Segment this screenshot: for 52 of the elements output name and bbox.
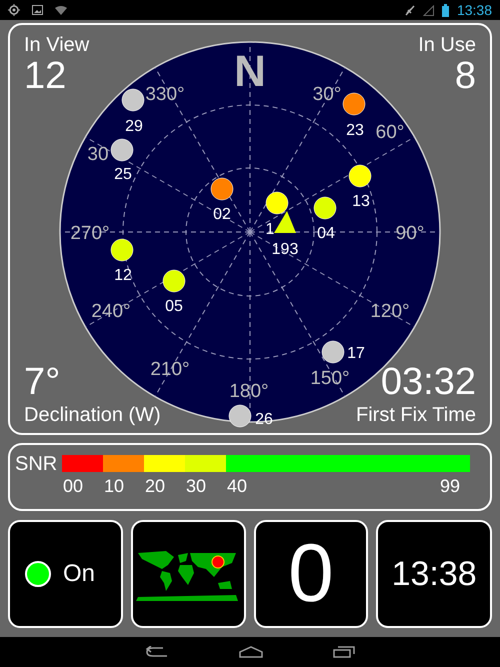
scale-label: 30 — [185, 477, 208, 495]
snr-label: SNR — [15, 454, 58, 474]
in-view-count: 12 — [24, 57, 68, 95]
satellite-label: 04 — [317, 225, 335, 242]
satellite-label: 12 — [114, 267, 132, 284]
satellite-label: 25 — [114, 166, 132, 183]
signal-icon — [422, 4, 434, 16]
first-fix-value: 03:32 — [380, 363, 476, 401]
gps-status-tile[interactable]: On — [8, 520, 123, 628]
back-icon[interactable] — [145, 646, 169, 658]
location-icon — [8, 4, 20, 16]
clock-text: 13:38 — [456, 0, 492, 20]
degree-label: 90° — [396, 223, 424, 244]
battery-icon — [442, 4, 449, 16]
home-icon[interactable] — [239, 646, 263, 658]
map-tile[interactable] — [130, 520, 246, 628]
degree-label: 60° — [376, 122, 404, 143]
image-icon — [32, 5, 43, 15]
scale-label: 99 — [440, 477, 461, 495]
count-tile[interactable]: 0 — [254, 520, 368, 628]
satellite-label: 13 — [352, 193, 370, 210]
declination-label: Declination (W) — [24, 405, 161, 425]
clock-display: 13:38 — [392, 557, 477, 591]
scale-label: 40 — [226, 477, 248, 495]
degree-label: 270° — [70, 223, 110, 244]
first-fix-label: First Fix Time — [356, 405, 476, 425]
status-text: On — [63, 559, 96, 589]
satellite-label: 23 — [346, 122, 364, 139]
degree-label: 30° — [312, 84, 342, 105]
scale-label: 00 — [62, 477, 84, 495]
satellite-label: 17 — [347, 345, 365, 362]
degree-label: 330° — [145, 84, 185, 105]
in-use-count: 8 — [454, 57, 476, 95]
degree-label: 150° — [310, 368, 350, 389]
satellite-label: 29 — [125, 118, 143, 135]
north-label: N — [234, 47, 266, 96]
in-use-label: In Use — [418, 35, 476, 55]
satellite-label: 02 — [213, 206, 231, 223]
degree-label: 180° — [229, 381, 269, 402]
in-view-label: In View — [24, 35, 90, 55]
degree-label: 30 — [87, 144, 109, 165]
count-text: 0 — [288, 533, 334, 615]
satellite-label: 05 — [165, 298, 183, 315]
wifi-icon — [55, 6, 67, 14]
recents-icon[interactable] — [333, 646, 355, 658]
scale-label: 10 — [103, 477, 126, 495]
clock-tile[interactable]: 13:38 — [376, 520, 492, 628]
degree-label: 120° — [370, 301, 410, 322]
scale-label: 20 — [144, 477, 166, 495]
degree-label: 210° — [150, 359, 190, 380]
degree-label: 240° — [91, 301, 131, 322]
satellite-label: 193 — [272, 241, 298, 258]
